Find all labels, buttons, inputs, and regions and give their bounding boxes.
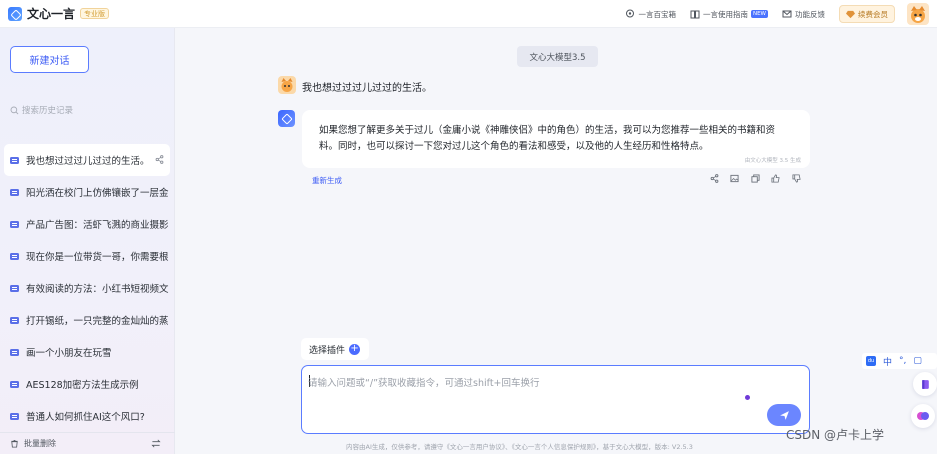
pro-badge: 专业版 [80,8,110,19]
user-message: 我也想过过过儿过过的生活。 [302,83,432,94]
avatar-icon [911,6,925,23]
history-item-label: 我也想过过过儿过过的生活。 [26,156,150,167]
history-item[interactable]: 普通人如何抓住AI这个风口? [4,400,170,432]
ime-logo-icon: du [866,356,876,366]
user-avatar[interactable] [907,3,929,25]
bot-avatar [278,110,295,127]
notebook-tool[interactable] [913,372,937,396]
bot-message-card: 如果您想了解更多关于过儿（金庸小说《神雕侠侣》中的角色）的生活，我可以为您推荐一… [302,110,810,168]
plugin-select-button[interactable]: 选择插件 + [301,338,369,360]
history-list: 我也想过过过儿过过的生活。 阳光洒在校门上仿佛镶嵌了一层金 产品广告图：活虾飞溅… [4,144,170,432]
chat-icon [10,252,19,260]
thumbs-up-icon[interactable] [771,173,781,183]
history-item-label: 现在你是一位带货一哥，你需要根 [26,252,169,263]
copy-icon[interactable] [750,173,760,183]
guide-label: 一言使用指南 [702,9,748,19]
ime-toolbar[interactable]: du 中 °, ▢ [862,353,937,369]
thumbs-down-icon[interactable] [791,173,801,183]
status-dot [745,395,750,400]
share-icon[interactable] [709,173,719,183]
history-item[interactable]: 打开锡纸，一只完整的金灿灿的蒸 [4,304,170,336]
model-tag: 文心大模型3.5 [517,46,598,67]
brand[interactable]: 文心一言 专业版 [8,5,110,22]
send-icon [779,410,789,420]
vip-label: 续费会员 [858,9,888,19]
history-item[interactable]: 阳光洒在校门上仿佛镶嵌了一层金 [4,176,170,208]
history-item[interactable]: 有效阅读的方法：小红书短视频文 [4,272,170,304]
sidebar: 新建对话 搜索历史记录 我也想过过过儿过过的生活。 阳光洒在校门上仿佛镶嵌了一层… [0,28,175,454]
brain-tool[interactable] [911,404,935,428]
new-chat-button[interactable]: 新建对话 [10,46,89,73]
generation-note: 由文心大模型 3.5 生成 [744,158,801,164]
history-item-label: 有效阅读的方法：小红书短视频文 [26,284,169,295]
diamond-icon [846,10,855,18]
brand-name: 文心一言 [27,7,76,21]
history-search[interactable]: 搜索历史记录 [10,102,165,118]
history-item-label: 阳光洒在校门上仿佛镶嵌了一层金 [26,188,169,199]
search-icon [10,106,19,114]
mail-icon [782,10,792,18]
notebook-icon [921,379,929,389]
chat-icon [10,156,19,164]
top-header: 文心一言 专业版 一言百宝箱 一言使用指南 NEW 功能反馈 续费会员 [0,0,937,28]
send-button[interactable] [767,404,801,426]
watermark: CSDN @卢卡上学 [786,428,885,442]
swap-icon[interactable] [151,439,161,448]
vip-button[interactable]: 续费会员 [839,5,895,23]
bulk-delete-button[interactable]: 批量删除 [24,438,56,449]
book-icon [690,10,700,19]
user-message-avatar [278,76,296,94]
disclaimer: 内容由AI生成，仅供参考，请遵守《文心一言用户协议》、《文心一言个人信息保护规则… [346,443,693,451]
location-icon [626,9,635,18]
ime-punct-icon[interactable]: °, [899,356,906,366]
feedback-link[interactable]: 功能反馈 [782,9,825,20]
history-item-label: 画一个小朋友在玩雪 [26,348,112,359]
share-icon[interactable] [155,155,164,164]
feedback-label: 功能反馈 [795,9,825,19]
history-item[interactable]: 产品广告图：活虾飞溅的商业摄影 [4,208,170,240]
toolbox-label: 一言百宝箱 [638,9,676,19]
chat-input-box[interactable] [301,365,810,434]
chat-icon [10,380,19,388]
history-item[interactable]: 我也想过过过儿过过的生活。 [4,144,170,176]
search-placeholder: 搜索历史记录 [22,106,74,116]
history-item-label: 普通人如何抓住AI这个风口? [26,412,145,423]
chat-icon [10,188,19,196]
avatar-icon [281,78,293,92]
message-actions [709,173,812,183]
chat-icon [10,220,19,228]
chat-icon [10,348,19,356]
history-item[interactable]: 现在你是一位带货一哥，你需要根 [4,240,170,272]
ime-skin-icon[interactable]: ▢ [913,356,922,366]
bot-message: 如果您想了解更多关于过儿（金庸小说《神雕侠侣》中的角色）的生活，我可以为您推荐一… [319,125,776,152]
plugin-label: 选择插件 [309,345,346,356]
history-item-label: AES128加密方法生成示例 [26,380,139,391]
chat-icon [10,412,19,420]
chat-icon [10,316,19,324]
plus-icon: + [349,342,361,355]
brain-icon [917,412,929,420]
sidebar-footer: 批量删除 [0,432,175,454]
chat-icon [10,284,19,292]
chat-input[interactable] [308,375,768,395]
history-item[interactable]: AES128加密方法生成示例 [4,368,170,400]
regenerate-button[interactable]: 重新生成 [312,175,342,186]
trash-icon [11,439,18,448]
history-item-label: 产品广告图：活虾飞溅的商业摄影 [26,220,169,231]
new-badge: NEW [750,10,768,18]
history-item[interactable]: 画一个小朋友在玩雪 [4,336,170,368]
guide-link[interactable]: 一言使用指南 NEW [690,9,768,20]
toolbox-link[interactable]: 一言百宝箱 [625,9,676,20]
ime-mode[interactable]: 中 [883,355,892,368]
history-item-label: 打开锡纸，一只完整的金灿灿的蒸 [26,316,169,327]
image-icon[interactable] [730,173,740,183]
logo-icon [8,6,22,21]
